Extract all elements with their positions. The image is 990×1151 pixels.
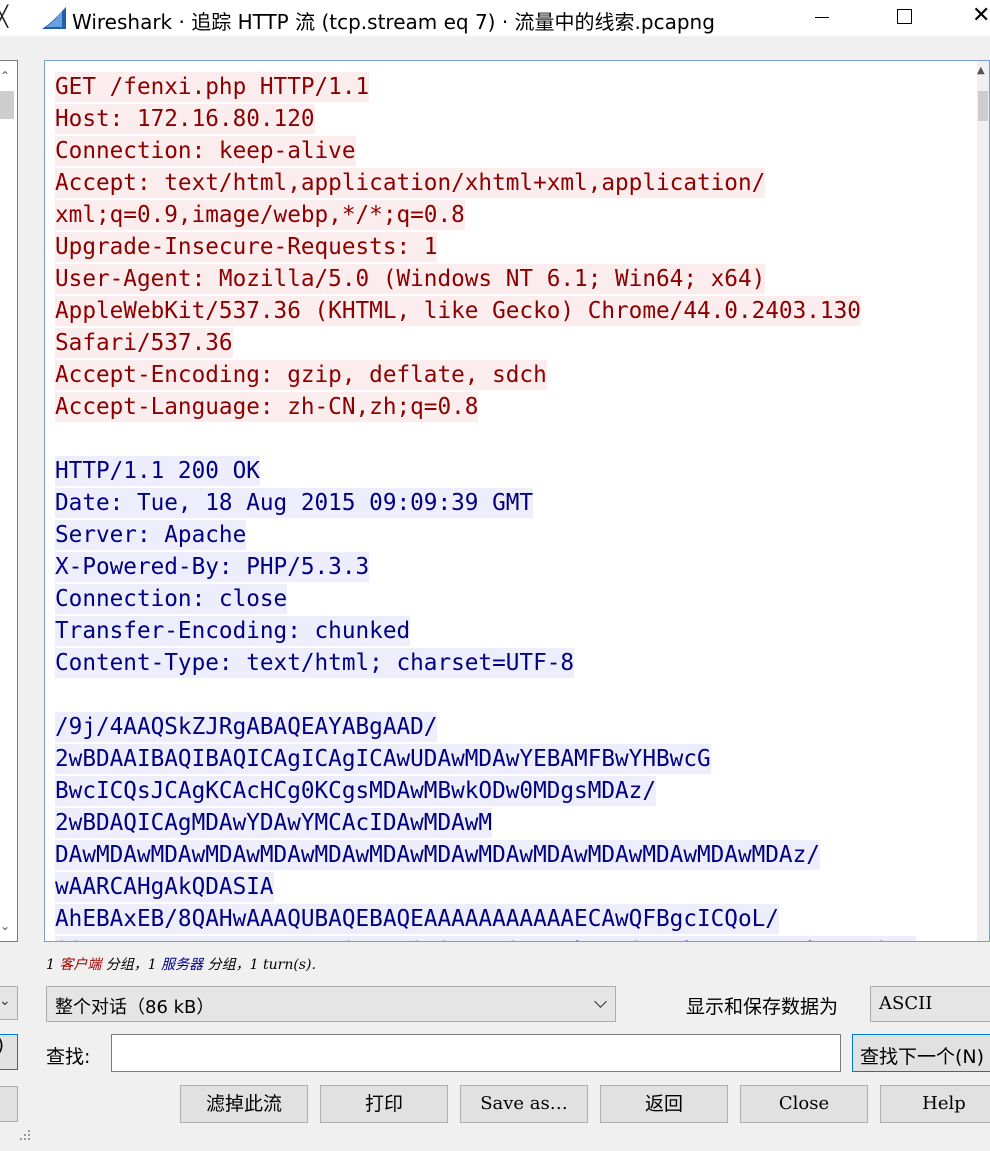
cut-off-combo[interactable]: ⌄ — [0, 986, 18, 1020]
find-next-label: 查找下一个(N) — [860, 1046, 985, 1068]
title-bar: ╳ Wireshark · 追踪 HTTP 流 (tcp.stream eq 7… — [0, 0, 990, 36]
find-input[interactable] — [111, 1034, 841, 1072]
scrollbar-thumb[interactable] — [0, 91, 14, 119]
response-line: Date: Tue, 18 Aug 2015 09:09:39 GMT — [55, 487, 916, 519]
request-line: GET /fenxi.php HTTP/1.1 — [55, 71, 916, 103]
stream-line-text: X-Powered-By: PHP/5.3.3 — [55, 552, 370, 582]
packet-stats: 1 客户端 分组，1 服务器 分组，1 turn(s). — [46, 954, 316, 974]
cut-off-button[interactable]: ) — [0, 1034, 18, 1070]
stats-client-label: 客户端 — [59, 957, 102, 973]
format-select-value: ASCII — [879, 993, 933, 1014]
response-line: HTTP/1.1 200 OK — [55, 455, 916, 487]
stream-line-text: DAwMDAwMDAwMDAwMDAwMDAwMDAwMDAwMDAwMDAwM… — [55, 840, 820, 870]
help-button[interactable]: Help — [880, 1085, 990, 1123]
response-line: 2wBDAQICAgMDAwYDAwYMCAcIDAwMDAwM — [55, 807, 916, 839]
stream-line-text: 2wBDAAIBAQIBAQICAgICAgICAwUDAwMDAwYEBAMF… — [55, 744, 711, 774]
vertical-scrollbar[interactable]: ▲ — [977, 61, 989, 941]
response-line: Transfer-Encoding: chunked — [55, 615, 916, 647]
request-line: Safari/537.36 — [55, 327, 916, 359]
stream-line-text: Content-Type: text/html; charset=UTF-8 — [55, 648, 575, 678]
find-next-button[interactable]: 查找下一个(N) — [852, 1034, 990, 1072]
close-button[interactable]: Close — [740, 1085, 868, 1123]
response-line: wAARCAHgAkQDASIA — [55, 871, 916, 903]
response-line: Content-Type: text/html; charset=UTF-8 — [55, 647, 916, 679]
stream-line-text: Accept-Language: zh-CN,zh;q=0.8 — [55, 392, 479, 422]
format-select[interactable]: ASCII — [870, 986, 990, 1022]
stream-line-text: Server: Apache — [55, 520, 247, 550]
save-as-button[interactable]: Save as… — [460, 1085, 588, 1123]
maximize-icon[interactable] — [897, 9, 912, 24]
response-line: 2wBDAAIBAQIBAQICAgICAgICAwUDAwMDAwYEBAMF… — [55, 743, 916, 775]
stream-line-text: xml;q=0.9,image/webp,*/*;q=0.8 — [55, 200, 465, 230]
stream-line-text: BwcICQsJCAgKCAcHCg0KCgsMDAwMBwkODw0MDgsM… — [55, 776, 656, 806]
stats-mid-text: 分组，1 — [101, 957, 162, 973]
stream-line-text: Accept: text/html,application/xhtml+xml,… — [55, 168, 766, 198]
request-line: Connection: keep-alive — [55, 135, 916, 167]
wireshark-fin-icon — [42, 7, 66, 29]
stream-line-text: wAARCAHgAkQDASIA — [55, 872, 274, 902]
stream-line-text: Upgrade-Insecure-Requests: 1 — [55, 232, 438, 262]
stream-line-text: User-Agent: Mozilla/5.0 (Windows NT 6.1;… — [55, 264, 766, 294]
conversation-select[interactable]: 整个对话（86 kB） — [46, 986, 616, 1022]
stats-tail-text: 分组，1 turn(s). — [203, 957, 316, 973]
response-line: AhEBAxEB/8QAHwAAAQUBAQEBAQEAAAAAAAAAAAEC… — [55, 903, 916, 935]
stream-line-text: Date: Tue, 18 Aug 2015 09:09:39 GMT — [55, 488, 534, 518]
stats-server-label: 服务器 — [161, 957, 204, 973]
left-pane-scrollbar[interactable]: ⌃ ⌄ — [0, 60, 18, 942]
stream-content: GET /fenxi.php HTTP/1.1 Host: 172.16.80.1… — [55, 71, 916, 941]
scroll-down-icon[interactable]: ⌄ — [0, 919, 10, 933]
scrollbar-thumb[interactable] — [978, 91, 988, 121]
conversation-select-value: 整个对话（86 kB） — [55, 997, 215, 1018]
stream-line-text: AhEBAxEB/8QAHwAAAQUBAQEBAQEAAAAAAAAAAAEC… — [55, 904, 779, 934]
response-line: BwcICQsJCAgKCAcHCg0KCgsMDAwMBwkODw0MDgsM… — [55, 775, 916, 807]
back-button[interactable]: 返回 — [600, 1085, 728, 1123]
stream-line-text: Connection: close — [55, 584, 288, 614]
stream-line-text: Accept-Encoding: gzip, deflate, sdch — [55, 360, 547, 390]
request-line: AppleWebKit/537.36 (KHTML, like Gecko) C… — [55, 295, 916, 327]
stream-line-text: HTTP/1.1 200 OK — [55, 456, 260, 486]
show-save-label: 显示和保存数据为 — [686, 996, 839, 1018]
scroll-up-icon[interactable]: ⌃ — [0, 69, 10, 83]
stream-line-text: Transfer-Encoding: chunked — [55, 616, 411, 646]
response-line: Server: Apache — [55, 519, 916, 551]
left-window-close-icon[interactable]: ╳ — [0, 4, 8, 28]
response-line: X-Powered-By: PHP/5.3.3 — [55, 551, 916, 583]
close-icon[interactable]: ✕ — [972, 3, 990, 28]
response-line: Connection: close — [55, 583, 916, 615]
stream-line-text: /9j/4AAQSkZJRgABAQEAYABgAAD/ — [55, 712, 438, 742]
stream-line-text: Safari/537.36 — [55, 328, 233, 358]
find-label: 查找: — [46, 1046, 91, 1068]
response-line: DAwMDAwMDAwMDAwMDAwMDAwMDAwMDAwMDAwMDAwM… — [55, 839, 916, 871]
request-line: Accept-Encoding: gzip, deflate, sdch — [55, 359, 916, 391]
request-line: Accept: text/html,application/xhtml+xml,… — [55, 167, 916, 199]
chevron-down-icon: ⌄ — [0, 993, 11, 1009]
request-line: Host: 172.16.80.120 — [55, 103, 916, 135]
stream-line-text: Connection: keep-alive — [55, 136, 356, 166]
cut-off-button-label: ) — [0, 1035, 4, 1056]
request-line: xml;q=0.9,image/webp,*/*;q=0.8 — [55, 199, 916, 231]
chevron-down-icon — [594, 995, 607, 1008]
filter-out-button[interactable]: 滤掉此流 — [180, 1085, 308, 1123]
response-line: 8QAtRAAAgEDAwIEAwUFBAQAAAF9AQIDAAQRBRIhM… — [55, 935, 916, 941]
request-line: Upgrade-Insecure-Requests: 1 — [55, 231, 916, 263]
resize-grip-icon[interactable] — [18, 1128, 32, 1142]
minimize-icon[interactable] — [812, 8, 832, 28]
request-line: Accept-Language: zh-CN,zh;q=0.8 — [55, 391, 916, 423]
response-line: /9j/4AAQSkZJRgABAQEAYABgAAD/ — [55, 711, 916, 743]
scroll-up-icon[interactable]: ▲ — [977, 65, 985, 76]
cut-off-button-2[interactable] — [0, 1086, 18, 1122]
stream-text-area[interactable]: GET /fenxi.php HTTP/1.1 Host: 172.16.80.1… — [44, 60, 990, 942]
stream-line-text: 8QAtRAAAgEDAwIEAwUFBAQAAAF9AQIDAAQRBRIhM… — [55, 936, 916, 941]
print-button[interactable]: 打印 — [320, 1085, 448, 1123]
window-title: Wireshark · 追踪 HTTP 流 (tcp.stream eq 7) … — [72, 10, 715, 34]
stats-count-client: 1 — [46, 957, 60, 973]
stream-line-text: 2wBDAQICAgMDAwYDAwYMCAcIDAwMDAwM — [55, 808, 493, 838]
stream-line-text: Host: 172.16.80.120 — [55, 104, 315, 134]
stream-line-text: GET /fenxi.php HTTP/1.1 — [55, 72, 370, 102]
request-line: User-Agent: Mozilla/5.0 (Windows NT 6.1;… — [55, 263, 916, 295]
stream-line-text: AppleWebKit/537.36 (KHTML, like Gecko) C… — [55, 296, 861, 326]
